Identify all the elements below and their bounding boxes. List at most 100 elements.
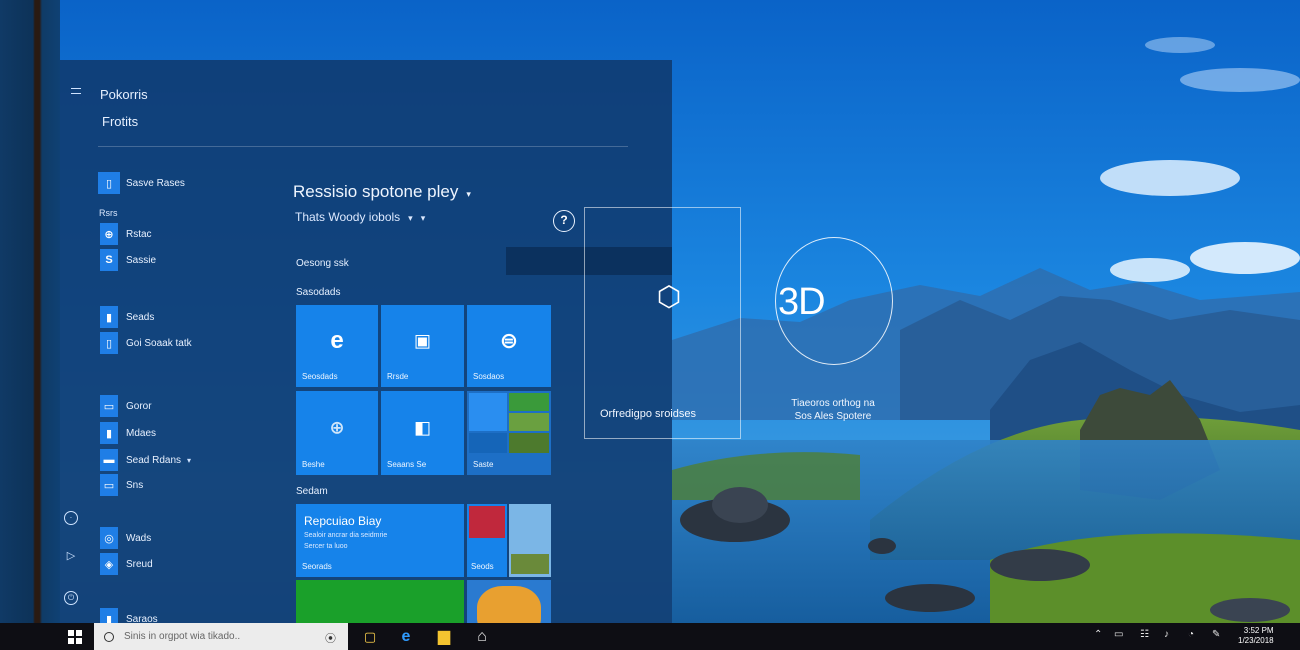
mini-tile [509,413,549,431]
power-icon[interactable]: ⏻ [64,591,78,605]
notification-icon[interactable]: ◔ [1188,629,1194,640]
app-icon: ▮ [100,422,118,444]
overlay-card[interactable] [584,207,741,439]
tile-live-photos[interactable]: Saste [467,391,551,475]
globe-icon: ⊕ [329,417,345,438]
app-list-item[interactable]: ▯ Goi Soaak tatk [98,332,192,354]
app-icon: ▬ [100,449,118,471]
tile-game[interactable] [467,580,551,623]
app-list-item[interactable]: ▬ Sead Rdans ▾ [98,449,191,471]
badge-3d-text: 3D [778,281,826,323]
cube-3d-icon: ⬡ [656,281,682,312]
chevron-down-icon: ▾ [187,455,192,465]
app-icon: ▯ [98,172,120,194]
tile-green-app[interactable]: ◎ [296,580,464,623]
search-icon [104,631,114,642]
app-list-item[interactable]: ◎ Wads [98,527,151,549]
app-list-item[interactable]: ▮ Seads [98,306,154,328]
battery-icon[interactable]: ▭ [1114,629,1123,640]
start-header-subtitle: Frotits [102,114,139,129]
pen-icon[interactable]: ✎ [1212,629,1220,640]
tile-body: Sealoir ancrar dia seidmrie Sercer ta luo… [304,530,387,552]
tile-label: Sosdaos [473,372,505,381]
tile-label: Seaans Se [387,460,427,469]
app-list-item[interactable]: ▭ Goror [98,395,152,417]
app-list-item[interactable]: S Sassie [98,249,156,271]
tile-small-red[interactable]: Seods [467,504,507,577]
app-label: Goror [126,400,152,412]
app-list-item[interactable]: ▮ Saraos [98,608,158,623]
tile-globe[interactable]: ⊕ Beshe [296,391,378,475]
pane-subtitle[interactable]: Thats Woody iobols ▾ ▾ [295,210,425,224]
search-placeholder: Sinis in orgpot wia tikado.. [124,631,241,642]
task-view-icon[interactable]: ▢ [360,627,380,647]
tile-label: Beshe [302,460,325,469]
tile-label: Rrsde [387,372,409,381]
taskbar-clock[interactable]: 3:52 PM 1/23/2018 [1238,626,1274,646]
app-list-item[interactable]: ▮ Mdaes [98,422,156,444]
pane-subtitle-text: Thats Woody iobols [295,210,401,224]
clock-date: 1/23/2018 [1238,636,1274,645]
start-menu: Pokorris Frotits · ▷ ⏻ ▯ Sasve Rases Rsr… [60,60,672,623]
edge-icon: e [330,327,344,355]
help-icon[interactable]: ? [553,210,575,232]
header-divider [98,146,628,147]
store-icon: S [100,249,118,271]
app-icon: ▭ [100,395,118,417]
file-explorer-icon[interactable]: ▆ [434,627,454,647]
taskbar-search-box[interactable]: Sinis in orgpot wia tikado.. ⦿ [94,623,348,650]
pane-title[interactable]: Ressisio spotone pley ▾ [293,182,471,202]
app-group-letter[interactable]: Rsrs [99,208,118,218]
mini-tile [509,393,549,411]
edge-icon[interactable]: e [396,627,416,647]
app-label: Sns [126,479,144,491]
caption-line: Tiaeoros orthog na [791,398,875,409]
app-label: Sreud [126,558,153,570]
overlay-card-label: Orfredigpo sroidses [600,408,696,420]
tile-title: Repcuiao Biay [304,514,382,528]
app-list-item[interactable]: ▯ Sasve Rases [98,172,185,194]
store-icon[interactable]: ⌂ [472,627,492,647]
hamburger-menu-icon[interactable] [71,88,81,94]
tile-wide-news[interactable]: Repcuiao Biay Sealoir ancrar dia seidmri… [296,504,464,577]
app-icon: ▭ [100,474,118,496]
tile-xbox[interactable]: ⊜ Sosdaos [467,305,551,387]
xbox-icon: ⊜ [499,328,519,354]
chevron-up-icon[interactable]: ⌃ [1094,629,1102,640]
caption-line: Sos Ales Spotere [794,411,872,422]
taskbar: Sinis in orgpot wia tikado.. ⦿ ▢ e ▆ ⌂ ⌃… [0,623,1300,650]
mini-tile [469,506,505,538]
tile-body-line: Sercer ta luoo [304,543,348,550]
app-list-item[interactable]: ⊕ Rstac [98,223,152,245]
tile-label: Seorads [302,562,332,571]
app-icon: ◎ [100,527,118,549]
app-icon: ▮ [100,306,118,328]
tile-calendar[interactable]: ▣ Rrsde [381,305,464,387]
desktop-caption: Tiaeoros orthog na Sos Ales Spotere [788,397,878,423]
photos-icon [469,393,507,431]
user-icon[interactable]: · [64,511,78,525]
app-label: Sassie [126,254,157,266]
tile-edge[interactable]: e Seosdads [296,305,378,387]
app-list-item[interactable]: ◈ Sreud [98,553,153,575]
tile-group-label: Sasodads [296,287,341,298]
app-label: Saraos [126,613,158,624]
tile-small-photo[interactable] [509,504,551,577]
start-header-title: Pokorris [100,87,148,102]
play-icon[interactable]: ▷ [64,551,78,565]
volume-icon[interactable]: ♪ [1164,629,1169,640]
tile-store[interactable]: ◧ Seaans Se [381,391,464,475]
network-icon[interactable]: ☷ [1140,629,1149,640]
windows-start-icon[interactable] [68,630,82,644]
app-icon: ▯ [100,332,118,354]
game-icon [477,586,541,623]
app-list-item[interactable]: ▭ Sns [98,474,143,496]
app-label: Seads [126,311,155,323]
microphone-icon[interactable]: ⦿ [325,630,336,646]
store-icon: ◧ [413,417,432,438]
app-icon: ◈ [100,553,118,575]
tile-label: Seosdads [302,372,338,381]
mini-tile [509,433,549,453]
clock-time: 3:52 PM [1243,626,1274,635]
pane-title-text: Ressisio spotone pley [293,182,459,201]
